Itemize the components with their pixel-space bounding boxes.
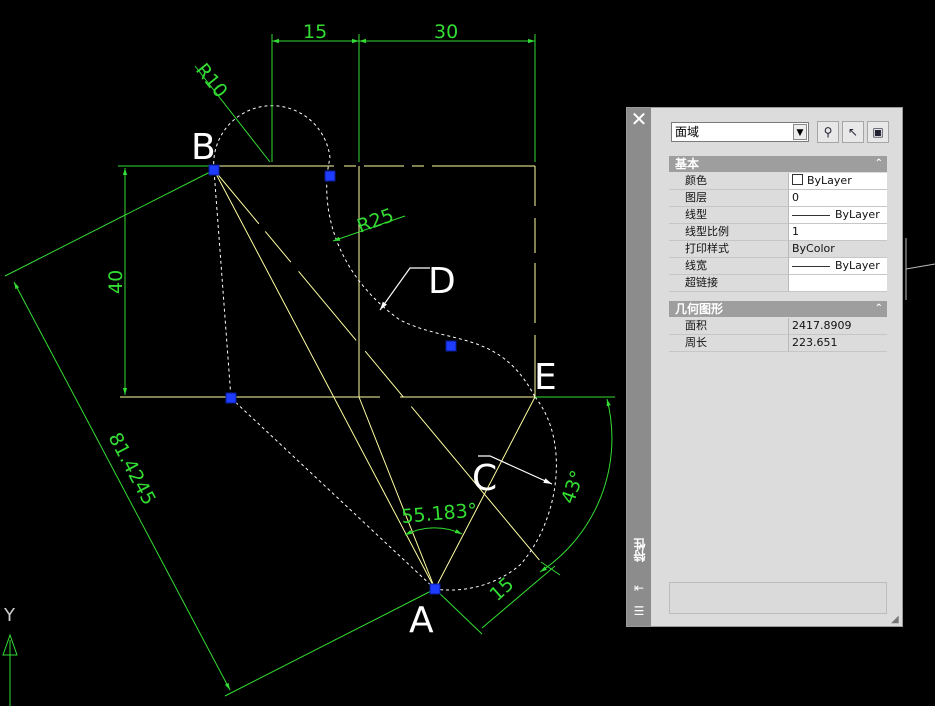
linetype-sample-icon	[792, 214, 830, 216]
prop-value[interactable]: 0	[789, 190, 887, 207]
dim-15-top: 15	[303, 21, 327, 43]
dim-40: 40	[105, 270, 127, 294]
prop-key: 颜色	[669, 173, 789, 190]
description-panel	[669, 582, 887, 614]
palette-titlebar[interactable]: ✕ 特性 ⇤ ☰	[627, 108, 651, 626]
prop-row[interactable]: 超链接	[669, 275, 887, 292]
select-objects-icon[interactable]: ↖	[842, 121, 864, 143]
prop-key: 面积	[669, 318, 789, 335]
dimension-lines	[2, 34, 615, 706]
prop-key: 线宽	[669, 258, 789, 275]
grip-b[interactable]	[208, 164, 220, 176]
pickadd-toggle-icon[interactable]: ▣	[867, 121, 889, 143]
prop-key: 图层	[669, 190, 789, 207]
prop-value: ByColor	[789, 241, 887, 258]
section-basic-title: 基本	[675, 157, 700, 171]
dim-angle-43: 43°	[557, 468, 589, 507]
collapse-icon[interactable]: ⌃	[875, 156, 883, 172]
prop-row[interactable]: 颜色 ByLayer	[669, 173, 887, 190]
dim-angle-55: 55.183°	[401, 499, 479, 528]
color-swatch-icon	[792, 174, 803, 185]
prop-row[interactable]: 线型 ByLayer	[669, 207, 887, 224]
label-b: B	[191, 127, 216, 168]
grip-left[interactable]	[225, 392, 237, 404]
prop-row[interactable]: 周长 223.651	[669, 335, 887, 352]
palette-menu-icon[interactable]: ☰	[631, 604, 647, 618]
quick-select-icon[interactable]: ⚲	[817, 121, 839, 143]
region-outline	[213, 105, 557, 591]
prop-row[interactable]: 图层 0	[669, 190, 887, 207]
dim-30-top: 30	[434, 21, 458, 43]
resize-grip-icon[interactable]: ◢	[891, 615, 901, 625]
prop-row[interactable]: 线宽 ByLayer	[669, 258, 887, 275]
collapse-icon[interactable]: ⌃	[875, 301, 883, 317]
section-geometry-title: 几何图形	[675, 302, 724, 316]
palette-title: 特性	[633, 538, 647, 562]
chevron-down-icon[interactable]: ▼	[793, 124, 807, 140]
label-e: E	[534, 357, 557, 398]
prop-key: 线型比例	[669, 224, 789, 241]
prop-value[interactable]: ByLayer	[789, 207, 887, 224]
prop-row[interactable]: 打印样式 ByColor	[669, 241, 887, 258]
prop-value[interactable]: ByLayer	[789, 173, 887, 190]
ucs-y-label: Y	[3, 605, 16, 626]
leaders	[379, 267, 553, 485]
label-d: D	[428, 261, 456, 302]
lineweight-sample-icon	[792, 265, 830, 267]
auto-hide-icon[interactable]: ⇤	[631, 581, 647, 595]
dim-r10: R10	[191, 59, 232, 102]
prop-key: 超链接	[669, 275, 789, 292]
prop-value[interactable]	[789, 275, 887, 292]
section-basic-header[interactable]: 基本 ⌃	[669, 156, 887, 172]
grip-top[interactable]	[324, 170, 336, 182]
prop-value: 2417.8909	[789, 318, 887, 335]
prop-value[interactable]: ByLayer	[789, 258, 887, 275]
label-a: A	[409, 600, 434, 641]
prop-value[interactable]: 1	[789, 224, 887, 241]
prop-key: 打印样式	[669, 241, 789, 258]
prop-value: 223.651	[789, 335, 887, 352]
object-type-value: 面域	[675, 125, 700, 139]
object-lines	[120, 165, 542, 590]
prop-row[interactable]: 线型比例 1	[669, 224, 887, 241]
properties-palette: ✕ 特性 ⇤ ☰ 面域 ▼ ⚲ ↖ ▣ 基本 ⌃ 颜色 ByLayer 图层 0…	[626, 107, 903, 627]
dim-r25: R25	[354, 204, 397, 237]
grip-a[interactable]	[429, 583, 441, 595]
label-c: C	[472, 458, 497, 499]
prop-row[interactable]: 面积 2417.8909	[669, 318, 887, 335]
prop-key: 线型	[669, 207, 789, 224]
section-geometry-header[interactable]: 几何图形 ⌃	[669, 301, 887, 317]
prop-key: 周长	[669, 335, 789, 352]
grip-mid[interactable]	[445, 340, 457, 352]
object-type-select[interactable]: 面域 ▼	[671, 122, 809, 142]
dim-81-4245: 81.4245	[104, 429, 160, 509]
close-icon[interactable]: ✕	[629, 109, 649, 129]
